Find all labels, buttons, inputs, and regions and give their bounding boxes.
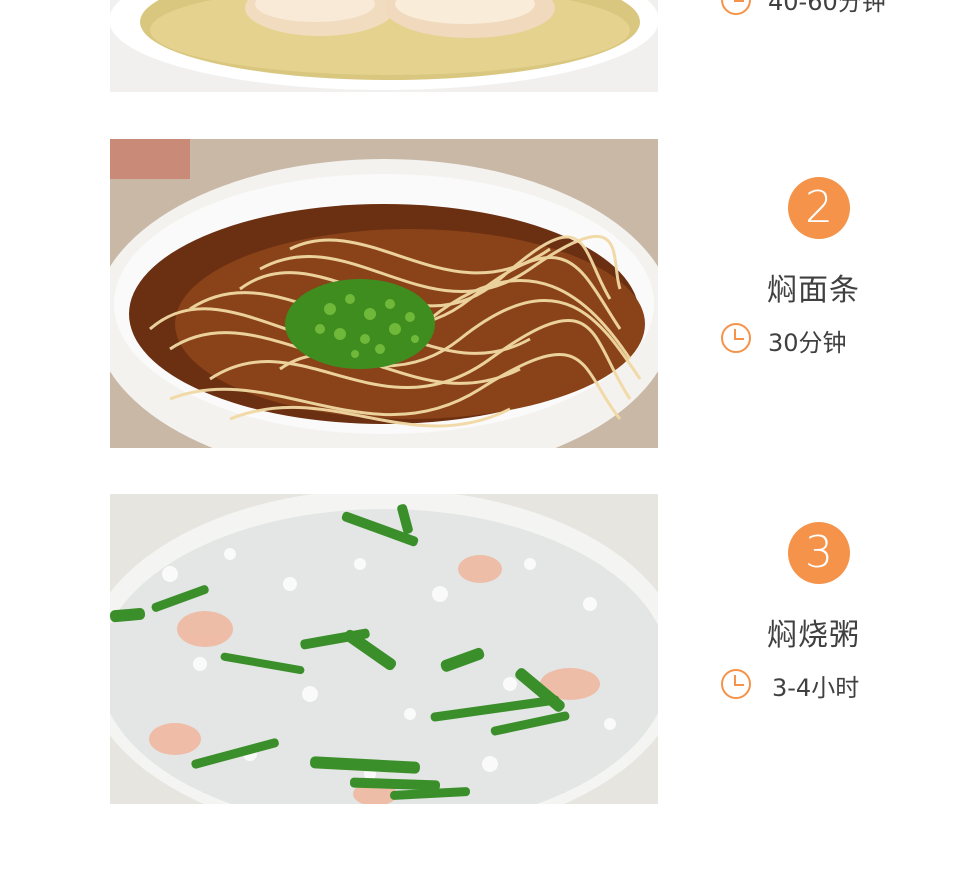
step-2-time: 30分钟 bbox=[768, 329, 847, 357]
food-image-congee bbox=[110, 494, 658, 804]
step-3-number-badge: 3 bbox=[788, 522, 850, 584]
step-3-time: 3-4小时 bbox=[772, 674, 860, 702]
step-1-time: 40-60分钟 bbox=[768, 0, 886, 16]
food-image-eggs bbox=[110, 0, 658, 92]
clock-icon bbox=[720, 668, 752, 700]
step-3-dish: 焖烧粥 bbox=[767, 618, 860, 653]
food-image-noodles bbox=[110, 139, 658, 448]
step-2-number-badge: 2 bbox=[788, 177, 850, 239]
clock-icon bbox=[720, 322, 752, 354]
clock-icon bbox=[720, 0, 752, 16]
step-2-dish: 焖面条 bbox=[767, 273, 860, 308]
